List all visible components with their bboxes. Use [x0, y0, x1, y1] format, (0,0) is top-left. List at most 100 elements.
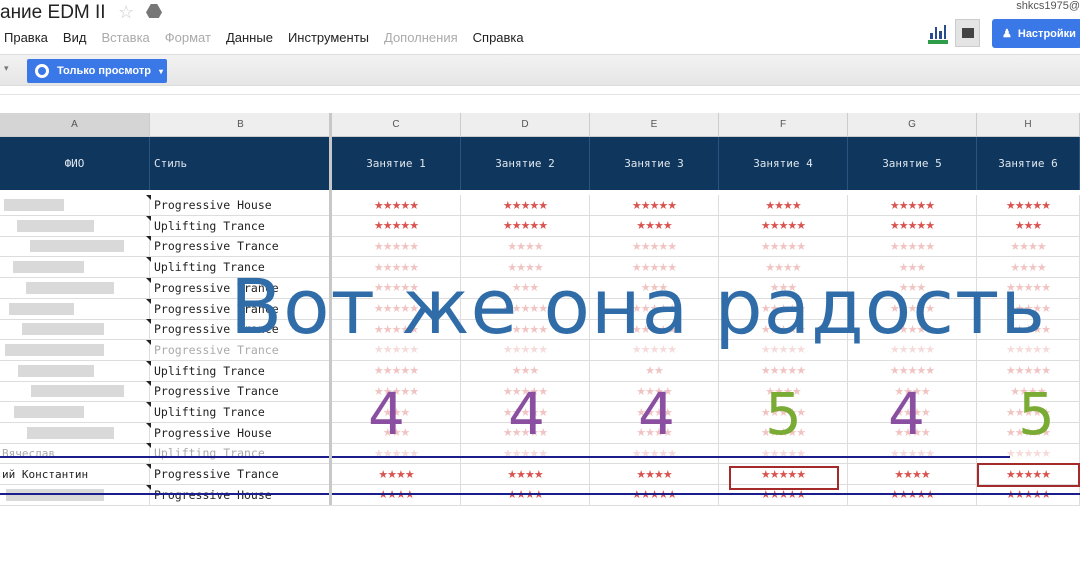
style-cell[interactable]: Uplifting Trance [150, 215, 330, 236]
header-cell: Стиль [150, 137, 332, 190]
column-header-G[interactable]: G [848, 113, 977, 137]
star-icon[interactable]: ☆ [118, 2, 134, 23]
menu-item-0[interactable]: Правка [4, 30, 48, 45]
rating-cell[interactable]: ★★★★★ [848, 236, 977, 257]
blurred-name [27, 426, 114, 439]
name-cell[interactable] [0, 360, 150, 381]
style-cell[interactable]: Progressive Trance [150, 236, 330, 257]
rating-cell[interactable]: ★★★★★ [719, 236, 848, 257]
rating-cell[interactable]: ★★★★ [590, 215, 719, 236]
table-row: Uplifting Trance★★★★★★★★★★★★★★★★★★★★★★★★… [0, 360, 1080, 382]
rating-cell[interactable]: ★★★★★ [332, 360, 461, 381]
dropdown-arrow-icon[interactable]: ▾ [4, 63, 9, 74]
header-cell: Занятие 5 [848, 137, 977, 190]
rating-cell[interactable]: ★★★★ [977, 236, 1080, 257]
person-icon: ♟ [1002, 28, 1012, 40]
rating-cell[interactable]: ★★★★ [848, 464, 977, 485]
table-row: Progressive House★★★★★★★★★★★★★★★★★★★★★★★… [0, 195, 1080, 216]
comments-button[interactable] [955, 19, 980, 47]
rating-cell[interactable]: ★★★★★ [332, 236, 461, 257]
document-title[interactable]: ание EDM II [0, 2, 106, 24]
rating-cell[interactable]: ★★★★★ [848, 195, 977, 215]
score-label: 5 [765, 380, 802, 448]
column-header-D[interactable]: D [461, 113, 590, 137]
rating-cell[interactable]: ★★★★ [332, 464, 461, 485]
style-cell[interactable]: Progressive House [150, 195, 330, 215]
menu-item-4[interactable]: Данные [226, 30, 273, 45]
style-cell[interactable]: Uplifting Trance [150, 443, 330, 464]
highlight-box [729, 466, 839, 490]
name-cell[interactable] [0, 319, 150, 340]
rating-cell[interactable]: ★★★ [461, 360, 590, 381]
table-row: ий Константин Progressive Trance ★★★★ ★★★★ ★… [0, 464, 1080, 486]
style-cell[interactable]: Uplifting Trance [150, 402, 330, 422]
activity-chart-icon[interactable] [928, 24, 948, 44]
score-label: 5 [1018, 380, 1055, 448]
blurred-name [31, 385, 124, 398]
name-cell[interactable] [0, 381, 150, 402]
score-label: 4 [368, 380, 405, 448]
rating-cell[interactable]: ★★★★★ [977, 195, 1080, 215]
name-cell[interactable] [0, 236, 150, 257]
drive-icon[interactable] [146, 4, 162, 18]
menu-item-5[interactable]: Инструменты [288, 30, 369, 45]
column-header-A[interactable]: A [0, 113, 150, 137]
blurred-name [30, 240, 124, 253]
style-cell[interactable]: Progressive House [150, 422, 330, 443]
name-cell[interactable]: Вячеслав [0, 443, 150, 464]
rating-cell[interactable]: ★★★★★ [719, 215, 848, 236]
name-cell[interactable] [0, 402, 150, 422]
view-mode-button[interactable]: Только просмотр ▾ [27, 59, 167, 83]
eye-icon [35, 64, 49, 78]
rating-cell[interactable]: ★★ [590, 360, 719, 381]
share-label: Настройки [1017, 27, 1076, 40]
rating-cell[interactable]: ★★★★★ [719, 360, 848, 381]
blurred-name [18, 364, 94, 377]
rating-cell[interactable]: ★★★★ [719, 195, 848, 215]
column-header-E[interactable]: E [590, 113, 719, 137]
menu-item-1[interactable]: Вид [63, 30, 87, 45]
rating-cell[interactable]: ★★★★★ [590, 236, 719, 257]
highlight-box [977, 463, 1080, 487]
rating-cell[interactable]: ★★★★ [590, 464, 719, 485]
column-header-H[interactable]: H [977, 113, 1080, 137]
underline-mark [0, 493, 1080, 495]
style-cell[interactable]: Progressive Trance [150, 464, 330, 485]
rating-cell[interactable]: ★★★★★ [977, 360, 1080, 381]
table-row: Uplifting Trance★★★★★★★★★★★★★★★★★★★★★★★★… [0, 215, 1080, 237]
name-cell[interactable] [0, 277, 150, 298]
rating-cell[interactable]: ★★★★★ [848, 360, 977, 381]
header-cell: Занятие 3 [590, 137, 719, 190]
rating-cell[interactable]: ★★★★★ [461, 195, 590, 215]
user-email[interactable]: shkcs1975@ [1016, 0, 1080, 12]
rating-cell[interactable]: ★★★ [977, 215, 1080, 236]
table-row: Progressive House★★★★★★★★★★★★★★★★★★★★★★★… [0, 484, 1080, 506]
style-cell[interactable]: Uplifting Trance [150, 360, 330, 381]
rating-cell[interactable]: ★★★★ [461, 464, 590, 485]
name-cell[interactable] [0, 257, 150, 278]
overlay-caption: Вот же она радость [230, 262, 1047, 351]
rating-cell[interactable]: ★★★★★ [332, 195, 461, 215]
name-cell[interactable] [0, 215, 150, 236]
name-cell[interactable] [0, 339, 150, 360]
column-header-C[interactable]: C [332, 113, 461, 137]
name-cell[interactable] [0, 422, 150, 443]
rating-cell[interactable]: ★★★★ [461, 236, 590, 257]
blurred-name [9, 302, 74, 315]
name-cell[interactable] [0, 298, 150, 319]
rating-cell[interactable]: ★★★★★ [332, 215, 461, 236]
column-header-B[interactable]: B [150, 113, 332, 137]
rating-cell[interactable]: ★★★★★ [590, 195, 719, 215]
share-button[interactable]: ♟ Настройки [992, 19, 1080, 48]
menu-item-3[interactable]: Формат [165, 30, 211, 45]
menu-item-2[interactable]: Вставка [101, 30, 149, 45]
menu-item-7[interactable]: Справка [473, 30, 524, 45]
style-cell[interactable]: Progressive Trance [150, 381, 330, 402]
rating-cell[interactable]: ★★★★★ [848, 215, 977, 236]
rating-cell[interactable]: ★★★★★ [461, 215, 590, 236]
menu-item-6[interactable]: Дополнения [384, 30, 458, 45]
name-cell[interactable] [0, 195, 150, 215]
view-mode-label: Только просмотр [57, 65, 151, 77]
column-header-F[interactable]: F [719, 113, 848, 137]
name-cell[interactable]: ий Константин [0, 464, 150, 485]
